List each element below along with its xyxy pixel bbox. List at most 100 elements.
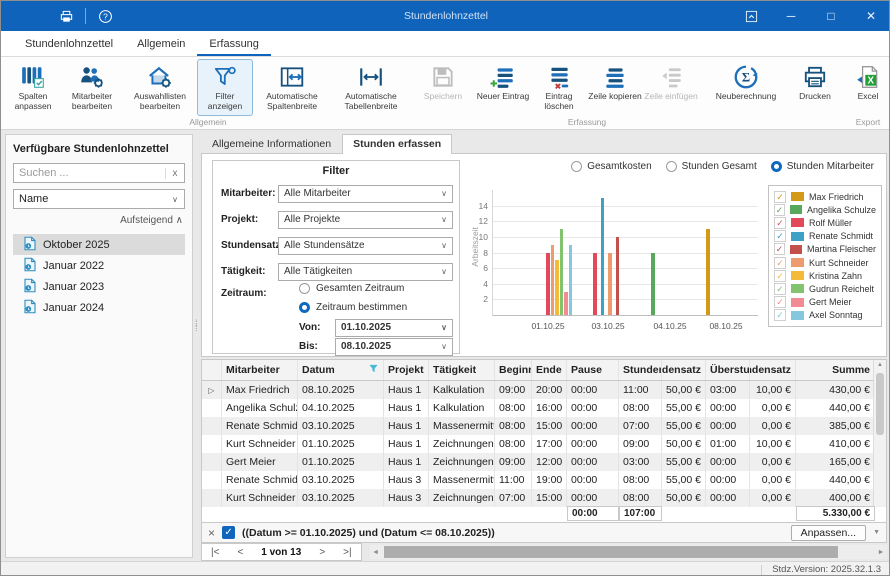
- scroll-right-icon[interactable]: ►: [875, 549, 887, 556]
- legend-checkbox[interactable]: ✓: [774, 204, 785, 216]
- eintrag-loeschen-button[interactable]: Eintrag löschen: [531, 59, 587, 116]
- legend-checkbox[interactable]: ✓: [774, 191, 786, 203]
- clear-search-button[interactable]: x: [165, 168, 184, 179]
- column-header-überstundensatz[interactable]: Überstundensatz: [750, 360, 796, 380]
- table-row[interactable]: Kurt Schneider01.10.2025Haus 1Zeichnunge…: [202, 435, 886, 453]
- bar-martina-fleischer: [616, 237, 620, 315]
- first-page-button[interactable]: |<: [202, 547, 228, 558]
- total-stunden: 107:00: [619, 506, 662, 521]
- table-row[interactable]: Kurt Schneider03.10.2025Haus 3Zeichnunge…: [202, 489, 886, 507]
- x-tick-label: 04.10.25: [653, 321, 686, 331]
- view-radio-stunden-gesamt[interactable]: Stunden Gesamt: [666, 161, 757, 172]
- legend-checkbox[interactable]: ✓: [774, 230, 786, 242]
- adjust-filter-button[interactable]: Anpassen...: [791, 525, 866, 541]
- scroll-up-icon[interactable]: ▲: [874, 360, 886, 371]
- vertical-scrollbar[interactable]: ▲: [873, 360, 886, 506]
- bis-date-select[interactable]: 08.10.2025 ∨: [335, 338, 453, 356]
- legend-checkbox[interactable]: ✓: [774, 283, 786, 295]
- radio-button[interactable]: [771, 161, 782, 172]
- column-header-mitarbeiter[interactable]: Mitarbeiter: [222, 360, 298, 380]
- cell-datum: 01.10.2025: [298, 435, 384, 453]
- excel-button[interactable]: XExcel: [845, 59, 890, 116]
- column-header-ende[interactable]: Ende: [532, 360, 567, 380]
- menu-tab-allgemein[interactable]: Allgemein: [125, 34, 197, 56]
- table-row[interactable]: Angelika Schulze04.10.2025Haus 1Kalkulat…: [202, 399, 886, 417]
- menu-tab-erfassung[interactable]: Erfassung: [197, 34, 271, 56]
- horizontal-scrollbar[interactable]: ◄ ►: [370, 545, 887, 559]
- column-filter-icon[interactable]: [368, 363, 379, 377]
- mitarbeiter-bearbeiten-button[interactable]: Mitarbeiter bearbeiten: [61, 59, 123, 116]
- tab-stunden-erfassen[interactable]: Stunden erfassen: [342, 134, 452, 154]
- tab-allgemeine-informationen[interactable]: Allgemeine Informationen: [201, 134, 342, 153]
- column-header-projekt[interactable]: Projekt: [384, 360, 429, 380]
- legend-checkbox[interactable]: ✓: [774, 243, 785, 255]
- radio-button[interactable]: [299, 283, 310, 294]
- sidebar-item-januar-2024[interactable]: Januar 2024: [13, 297, 185, 318]
- sort-field-select[interactable]: Name ∨: [13, 189, 185, 209]
- radio-button[interactable]: [571, 161, 582, 172]
- filter-select-tätigkeit[interactable]: Alle Tätigkeiten∨: [278, 263, 453, 281]
- view-radio-gesamtkosten[interactable]: Gesamtkosten: [571, 161, 651, 172]
- automatische-spaltenbreite-button[interactable]: Automatische Spaltenbreite: [253, 59, 331, 116]
- sidebar-item-oktober-2025[interactable]: Oktober 2025: [13, 234, 185, 255]
- legend-checkbox[interactable]: ✓: [774, 217, 786, 229]
- column-header-t-tigkeit[interactable]: Tätigkeit: [429, 360, 495, 380]
- sort-direction-toggle[interactable]: Aufsteigend ∧: [15, 215, 183, 226]
- minimize-button[interactable]: ─: [771, 1, 811, 31]
- scrollbar-thumb[interactable]: [876, 373, 884, 435]
- filter-select-stundensatz[interactable]: Alle Stundensätze∨: [278, 237, 453, 255]
- table-row[interactable]: Renate Schmidt03.10.2025Haus 3Massenermi…: [202, 471, 886, 489]
- sidebar-item-januar-2023[interactable]: Januar 2023: [13, 276, 185, 297]
- column-header-stundensatz[interactable]: Stundensatz: [662, 360, 706, 380]
- filter-anzeigen-button[interactable]: Filter anzeigen: [197, 59, 253, 116]
- radio-button[interactable]: [299, 302, 310, 313]
- menu-tab-stundenlohnzettel[interactable]: Stundenlohnzettel: [13, 34, 125, 56]
- drucken-button[interactable]: Drucken: [789, 59, 841, 116]
- splitter-handle[interactable]: ⁞⁞: [195, 321, 200, 381]
- help-icon[interactable]: ?: [96, 7, 114, 25]
- legend-checkbox[interactable]: ✓: [774, 257, 786, 269]
- legend-checkbox[interactable]: ✓: [774, 296, 786, 308]
- column-header-überstunden[interactable]: Überstunden: [706, 360, 750, 380]
- neuer-eintrag-button[interactable]: Neuer Eintrag: [475, 59, 531, 116]
- neuberechnung-button[interactable]: ΣNeuberechnung: [703, 59, 789, 116]
- column-header-beginn[interactable]: Beginn: [495, 360, 532, 380]
- legend-checkbox[interactable]: ✓: [774, 270, 786, 282]
- radio-label: Stunden Mitarbeiter: [787, 161, 874, 172]
- filter-select-projekt[interactable]: Alle Projekte∨: [278, 211, 453, 229]
- spalten-anpassen-button[interactable]: Spalten anpassen: [5, 59, 61, 116]
- printer-icon[interactable]: [57, 7, 75, 25]
- scroll-left-icon[interactable]: ◄: [370, 549, 382, 556]
- scrollbar-thumb[interactable]: [384, 546, 838, 558]
- ribbon-options-icon[interactable]: [731, 1, 771, 31]
- ribbon-group-label: Erfassung: [475, 116, 699, 129]
- close-button[interactable]: ✕: [851, 1, 890, 31]
- sidebar-item-januar-2022[interactable]: Januar 2022: [13, 255, 185, 276]
- next-page-button[interactable]: >: [310, 547, 334, 558]
- automatische-tabellenbreite-button[interactable]: Automatische Tabellenbreite: [331, 59, 411, 116]
- von-date-select[interactable]: 01.10.2025 ∨: [335, 319, 453, 337]
- legend-checkbox[interactable]: ✓: [774, 309, 786, 321]
- record-position: 1 von 13: [252, 547, 310, 558]
- ribbon-button-label: Neuberechnung: [716, 91, 777, 101]
- radio-label: Gesamtkosten: [587, 161, 651, 172]
- scroll-down-icon[interactable]: ▼: [873, 529, 880, 536]
- maximize-button[interactable]: □: [811, 1, 851, 31]
- column-header-datum[interactable]: Datum: [298, 360, 384, 380]
- table-row[interactable]: Gert Meier01.10.2025Haus 1Zeichnungen09:…: [202, 453, 886, 471]
- prev-page-button[interactable]: <: [228, 547, 252, 558]
- remove-filter-icon[interactable]: ×: [208, 526, 215, 540]
- last-page-button[interactable]: >|: [334, 547, 360, 558]
- filter-select-mitarbeiter[interactable]: Alle Mitarbeiter∨: [278, 185, 453, 203]
- table-row[interactable]: ▷Max Friedrich08.10.2025Haus 1Kalkulatio…: [202, 381, 886, 399]
- table-row[interactable]: Renate Schmidt03.10.2025Haus 1Massenermi…: [202, 417, 886, 435]
- auswahllisten-bearbeiten-button[interactable]: Auswahllisten bearbeiten: [123, 59, 197, 116]
- zeile-kopieren-button[interactable]: Zeile kopieren: [587, 59, 643, 116]
- view-radio-stunden-mitarbeiter[interactable]: Stunden Mitarbeiter: [771, 161, 874, 172]
- search-input[interactable]: Suchen ... x: [13, 163, 185, 183]
- column-header-stunden[interactable]: Stunden: [619, 360, 662, 380]
- column-header-summe[interactable]: Summe: [796, 360, 875, 380]
- filter-active-checkbox[interactable]: ✓: [222, 526, 235, 539]
- radio-button[interactable]: [666, 161, 677, 172]
- column-header-pause[interactable]: Pause: [567, 360, 619, 380]
